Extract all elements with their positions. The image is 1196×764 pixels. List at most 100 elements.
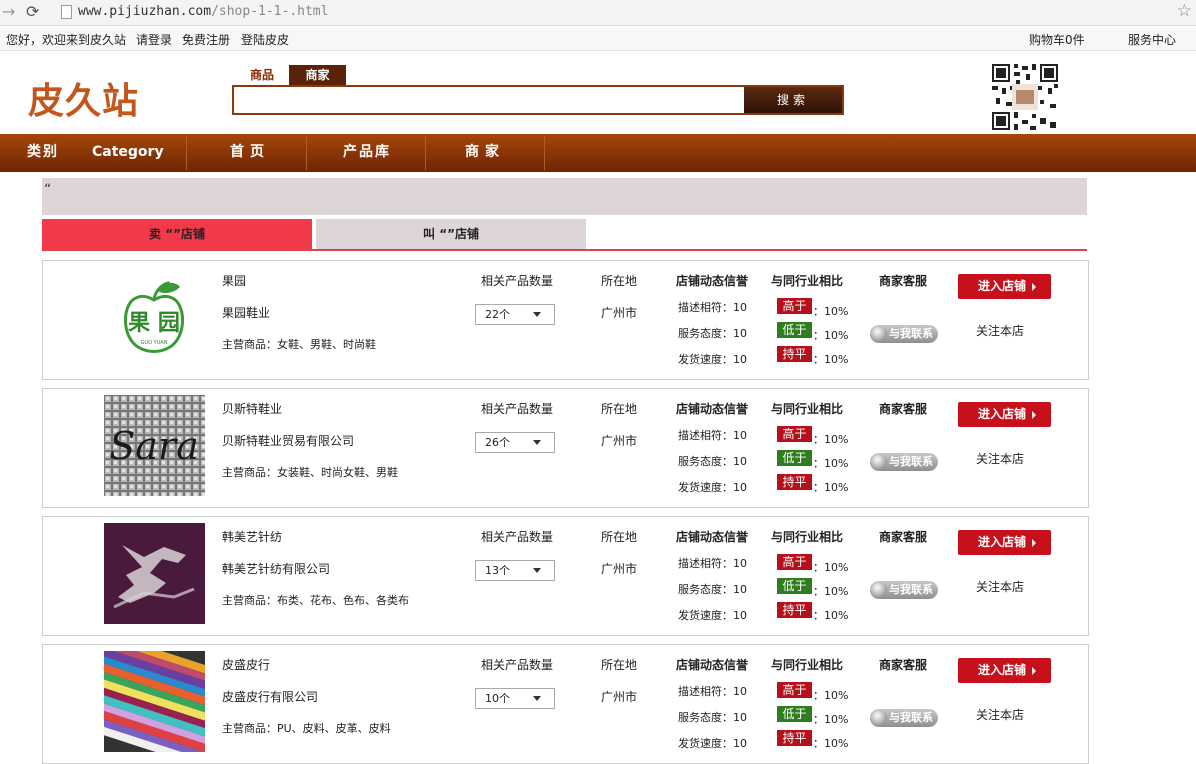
compare-badge-equal: 持平 (777, 346, 812, 362)
login-link[interactable]: 请登录 (136, 31, 172, 48)
compare-badge-lower: 低于 (777, 706, 812, 722)
shop-name[interactable]: 韩美艺针纺 (222, 528, 282, 545)
product-count-select[interactable]: 22个 (475, 304, 555, 325)
sara-photo-thumbnail[interactable]: Sara (104, 395, 205, 496)
svg-text:果 园: 果 园 (128, 310, 180, 336)
arrow-right-icon (1032, 539, 1036, 547)
location-header: 所在地 (601, 658, 638, 672)
follow-shop-link[interactable]: 关注本店 (976, 578, 1024, 595)
product-count-value: 10个 (485, 692, 510, 705)
compare-pct: ：10% (813, 457, 849, 470)
shop-location: 广州市 (601, 690, 638, 704)
enter-shop-button[interactable]: 进入店铺 (958, 530, 1051, 555)
product-count-select[interactable]: 13个 (475, 560, 555, 581)
search-button[interactable]: 搜索 (744, 87, 842, 113)
follow-shop-link[interactable]: 关注本店 (976, 450, 1024, 467)
follow-shop-link[interactable]: 关注本店 (976, 322, 1024, 339)
svg-text:Sara: Sara (109, 424, 199, 468)
rating-describe: 描述相符：10 (678, 557, 747, 570)
contact-me-button[interactable]: 与我联系 (870, 325, 938, 343)
shop-name[interactable]: 皮盛皮行 (222, 656, 270, 673)
location-header: 所在地 (601, 274, 638, 288)
compare-pct: ：10% (813, 737, 849, 750)
contact-me-button[interactable]: 与我联系 (870, 581, 938, 599)
reload-icon[interactable]: ⟳ (26, 2, 39, 21)
shop-company[interactable]: 韩美艺针纺有限公司 (222, 560, 330, 577)
nav-merchants[interactable]: 商家 (465, 134, 505, 172)
svg-text:GUO YUAN: GUO YUAN (141, 340, 168, 346)
browser-address-bar: → ⟳ www.pijiuzhan.com/shop-1-1-.html ☆ (0, 0, 1196, 26)
chat-icon (871, 326, 887, 342)
product-count-select[interactable]: 10个 (475, 688, 555, 709)
page-icon (61, 5, 72, 19)
bookmark-star-icon[interactable]: ☆ (1177, 1, 1192, 21)
back-icon[interactable]: → (2, 2, 15, 21)
leather-swatches-thumbnail[interactable] (104, 651, 205, 752)
rating-delivery: 发货速度：10 (678, 353, 747, 366)
enter-shop-button[interactable]: 进入店铺 (958, 402, 1051, 427)
compare-badge-lower: 低于 (777, 578, 812, 594)
nav-product-library[interactable]: 产品库 (343, 134, 391, 172)
top-utility-bar: 您好，欢迎来到皮久站 请登录 免费注册 登陆皮皮 购物车0件 服务中心 (0, 27, 1196, 51)
qr-code-icon (992, 64, 1058, 130)
shop-main-products: 主营商品：布类、花布、色布、各类布 (222, 594, 409, 607)
compare-badge-lower: 低于 (777, 450, 812, 466)
tab-call-shops[interactable]: 叫 “”店铺 (316, 219, 586, 250)
register-link[interactable]: 免费注册 (182, 31, 230, 48)
purple-fabric-thumbnail[interactable] (104, 523, 205, 624)
compare-header: 与同行业相比 (771, 402, 844, 416)
compare-header: 与同行业相比 (771, 658, 844, 672)
shop-company[interactable]: 果园鞋业 (222, 304, 270, 321)
nav-divider (544, 136, 545, 170)
site-logo[interactable]: 皮久站 (28, 72, 139, 124)
contact-me-button[interactable]: 与我联系 (870, 453, 938, 471)
shop-name[interactable]: 果园 (222, 272, 246, 289)
rating-header: 店铺动态信誉 (676, 658, 749, 672)
rating-attitude: 服务态度：10 (678, 711, 747, 724)
compare-pct: ：10% (813, 609, 849, 622)
search-tab-goods[interactable]: 商品 (240, 65, 284, 85)
rating-attitude: 服务态度：10 (678, 327, 747, 340)
search-input[interactable] (236, 89, 744, 111)
url-field[interactable]: www.pijiuzhan.com/shop-1-1-.html (78, 4, 328, 19)
search-tab-shops[interactable]: 商家 (289, 65, 346, 85)
shop-card: Sara 贝斯特鞋业 贝斯特鞋业贸易有限公司 主营商品：女装鞋、时尚女鞋、男鞋 … (42, 388, 1089, 508)
contact-me-button[interactable]: 与我联系 (870, 709, 938, 727)
rating-attitude: 服务态度：10 (678, 455, 747, 468)
shop-company[interactable]: 皮盛皮行有限公司 (222, 688, 318, 705)
location-header: 所在地 (601, 530, 638, 544)
chat-icon (871, 710, 887, 726)
shop-card: 韩美艺针纺 韩美艺针纺有限公司 主营商品：布类、花布、色布、各类布 相关产品数量… (42, 516, 1089, 636)
shop-location: 广州市 (601, 562, 638, 576)
chevron-down-icon (533, 568, 541, 573)
chevron-down-icon (533, 696, 541, 701)
nav-category-en[interactable]: Category (92, 134, 164, 172)
rating-describe: 描述相符：10 (678, 301, 747, 314)
nav-category-cn[interactable]: 类别 (27, 134, 59, 172)
nav-divider (306, 136, 307, 170)
compare-pct: ：10% (813, 561, 849, 574)
service-center-link[interactable]: 服务中心 (1128, 31, 1176, 48)
login-leather-link[interactable]: 登陆皮皮 (241, 31, 289, 48)
shop-name[interactable]: 贝斯特鞋业 (222, 400, 282, 417)
shop-card: 皮盛皮行 皮盛皮行有限公司 主营商品：PU、皮料、皮革、皮料 相关产品数量 10… (42, 644, 1089, 764)
apple-logo-thumbnail[interactable]: 果 园 GUO YUAN (104, 267, 205, 368)
compare-badge-higher: 高于 (777, 554, 812, 570)
enter-shop-button[interactable]: 进入店铺 (958, 274, 1051, 299)
shop-company[interactable]: 贝斯特鞋业贸易有限公司 (222, 432, 354, 449)
product-count-header: 相关产品数量 (481, 530, 554, 544)
product-count-header: 相关产品数量 (481, 658, 554, 672)
nav-home[interactable]: 首页 (230, 134, 270, 172)
follow-shop-link[interactable]: 关注本店 (976, 706, 1024, 723)
service-header: 商家客服 (879, 530, 928, 544)
service-header: 商家客服 (879, 658, 928, 672)
nav-divider (186, 136, 187, 170)
chat-icon (871, 454, 887, 470)
cart-link[interactable]: 购物车0件 (1029, 31, 1085, 48)
product-count-value: 26个 (485, 436, 510, 449)
product-count-select[interactable]: 26个 (475, 432, 555, 453)
enter-shop-button[interactable]: 进入店铺 (958, 658, 1051, 683)
compare-badge-equal: 持平 (777, 730, 812, 746)
tab-sell-shops[interactable]: 卖 “”店铺 (42, 219, 312, 250)
chevron-down-icon (533, 312, 541, 317)
